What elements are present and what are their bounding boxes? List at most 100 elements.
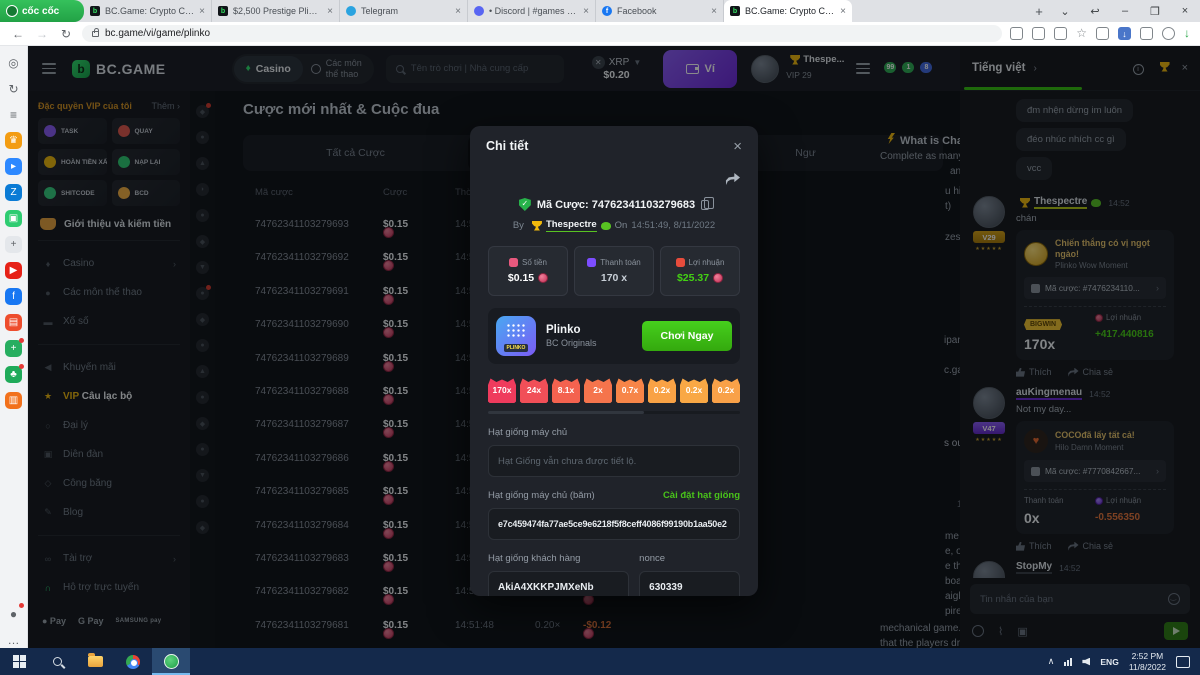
system-tray: ∧ ENG 2:52 PM 11/8/2022 (1048, 651, 1200, 672)
maximize-button[interactable]: ❐ (1140, 5, 1170, 18)
minimize-button[interactable]: – (1110, 5, 1140, 17)
game-name: Plinko (546, 324, 581, 336)
frog-icon (600, 221, 611, 230)
telegram-favicon (346, 6, 356, 16)
plinko-game-icon[interactable]: PLINKO (496, 316, 536, 356)
stat-label: Thanh toán (600, 258, 641, 267)
modal-close-icon[interactable]: × (733, 138, 742, 155)
messenger-icon[interactable]: ▸ (5, 158, 22, 175)
profile-icon[interactable] (1162, 27, 1175, 40)
on-label: On (614, 220, 628, 231)
back-button[interactable]: ← (10, 27, 26, 41)
tab-close-icon[interactable]: × (840, 6, 846, 17)
multiplier-chip: 8.1x (552, 378, 580, 403)
extensions-icon[interactable] (1140, 27, 1153, 40)
share-icon[interactable] (1054, 27, 1068, 40)
seed-settings-link[interactable]: Cài đặt hạt giống (663, 490, 740, 501)
volume-icon[interactable] (1082, 657, 1091, 666)
coccoc-brand[interactable]: cốc cốc (0, 0, 84, 22)
facebook-favicon: f (602, 6, 612, 16)
copy-icon[interactable] (701, 196, 714, 210)
stat-label: Lợi nhuận (688, 258, 725, 267)
coin-icon (713, 273, 724, 283)
browser-tab[interactable]: • Discord | #games | BC G × (468, 0, 596, 22)
lock-icon (92, 27, 99, 37)
badge-dot (19, 338, 24, 343)
history-icon[interactable]: ↻ (5, 80, 22, 97)
eco-green-icon[interactable]: ♣ (5, 364, 24, 383)
share-icon[interactable] (725, 173, 740, 185)
multiplier-chip: 2x (584, 378, 612, 403)
more-options-icon[interactable]: … (5, 631, 22, 648)
refresh-button[interactable]: ↻ (58, 27, 74, 41)
address-bar[interactable]: bc.game/vi/game/plinko (82, 25, 1003, 42)
browser-tab[interactable]: b BC.Game: Crypto Casino Gan × (84, 0, 212, 22)
stat-label: Số tiền (522, 258, 547, 267)
forward-button[interactable]: → (34, 27, 50, 41)
settings-icon[interactable]: ◎ (5, 54, 22, 71)
save-page-icon[interactable] (1010, 27, 1024, 40)
bcgame-favicon: b (218, 6, 228, 16)
download-manager-icon[interactable]: ↓ (1118, 27, 1131, 40)
verified-shield-icon: ✓ (518, 198, 531, 211)
chrome-button[interactable] (114, 648, 152, 675)
add-shortcut-icon[interactable]: + (5, 236, 22, 253)
tray-expand-icon[interactable]: ∧ (1048, 656, 1055, 667)
tab-close-icon[interactable]: × (327, 6, 333, 17)
translate-icon[interactable] (1032, 27, 1046, 40)
taskbar-clock[interactable]: 2:52 PM 11/8/2022 (1129, 651, 1166, 672)
gift-green-icon[interactable]: + (5, 338, 24, 357)
file-explorer-button[interactable] (76, 648, 114, 675)
input-language[interactable]: ENG (1100, 657, 1118, 667)
browser-tab[interactable]: b $2,500 Prestige Plinko Challe × (212, 0, 340, 22)
tab-close-icon[interactable]: × (199, 6, 205, 17)
network-icon[interactable] (1064, 657, 1073, 666)
tab-title: $2,500 Prestige Plinko Challe (233, 6, 323, 16)
tab-close-icon[interactable]: × (455, 6, 461, 17)
close-window-button[interactable]: × (1170, 5, 1200, 17)
cart-orange-icon[interactable]: ▥ (5, 392, 22, 409)
server-seed-hash-label: Hạt giống máy chủ (băm) (488, 490, 595, 501)
tab-search-icon[interactable]: ⌄ (1050, 5, 1080, 18)
window-controls: ⌄ ↩ – ❐ × (1050, 0, 1200, 22)
notification-bell-icon[interactable]: ● (5, 603, 24, 622)
screen: cốc cốc b BC.Game: Crypto Casino Gan × b $2,… (0, 0, 1200, 675)
zalo-icon[interactable]: Z (5, 184, 22, 201)
site-viewport: b BC.GAME ♦ Casino Các môn thể thao Tên … (28, 46, 1200, 648)
bookmark-star-icon[interactable]: ☆ (1076, 27, 1087, 40)
youtube-icon[interactable]: ▶ (5, 262, 22, 279)
multiplier-chip: 170x (488, 378, 516, 403)
server-seed-input[interactable]: Hạt Giống vẫn chưa được tiết lộ. (488, 445, 740, 477)
action-center-icon[interactable] (1176, 655, 1190, 668)
security-shield-icon[interactable] (1096, 27, 1109, 40)
facebook-icon[interactable]: f (5, 288, 22, 305)
tab-title: • Discord | #games | BC G (489, 6, 578, 16)
browser-tab[interactable]: Telegram × (340, 0, 468, 22)
stat-value: 170 x (600, 272, 628, 284)
bet-details-modal: Chi tiết × ✓ Mã Cược: 74762341103279683 … (470, 126, 758, 596)
client-seed-input[interactable]: AkiA4XKKPJMXeNb (488, 571, 630, 596)
player-name[interactable]: Thespectre (545, 219, 597, 232)
coccoc-download-icon[interactable]: ↓ (1184, 27, 1190, 40)
server-seed-hash-input[interactable]: e7c459474fa77ae5ce9e6218f5f8ceff4086f991… (488, 508, 740, 540)
shop-orange-icon[interactable]: ▤ (5, 314, 22, 331)
browser-tab[interactable]: f Facebook × (596, 0, 724, 22)
stat-số-tiền: Số tiền $0.15 (488, 246, 568, 296)
tab-close-icon[interactable]: × (711, 6, 717, 17)
new-tab-button[interactable]: + (1028, 0, 1050, 22)
multiplier-scrollbar[interactable] (488, 411, 740, 414)
campaign-icon[interactable]: ↩ (1080, 5, 1110, 18)
browser-tab[interactable]: b BC.Game: Crypto Casino Gar × (724, 0, 852, 22)
coccoc-button[interactable] (152, 648, 190, 675)
news-feed-icon[interactable]: ≡ (5, 106, 22, 123)
tab-close-icon[interactable]: × (583, 6, 589, 17)
vip-crown-icon[interactable]: ♛ (5, 132, 22, 149)
start-button[interactable] (0, 648, 38, 675)
game-center-icon[interactable]: ▣ (5, 210, 22, 227)
play-now-button[interactable]: Chơi Ngay (642, 321, 732, 351)
taskbar-search-button[interactable] (38, 648, 76, 675)
toolbar-icons: ☆ ↓ ↓ (1010, 27, 1190, 40)
nonce-input[interactable]: 630339 (639, 571, 740, 596)
stat-value: $25.37 (677, 272, 724, 284)
browser-tab-strip: cốc cốc b BC.Game: Crypto Casino Gan × b $2,… (0, 0, 1200, 22)
